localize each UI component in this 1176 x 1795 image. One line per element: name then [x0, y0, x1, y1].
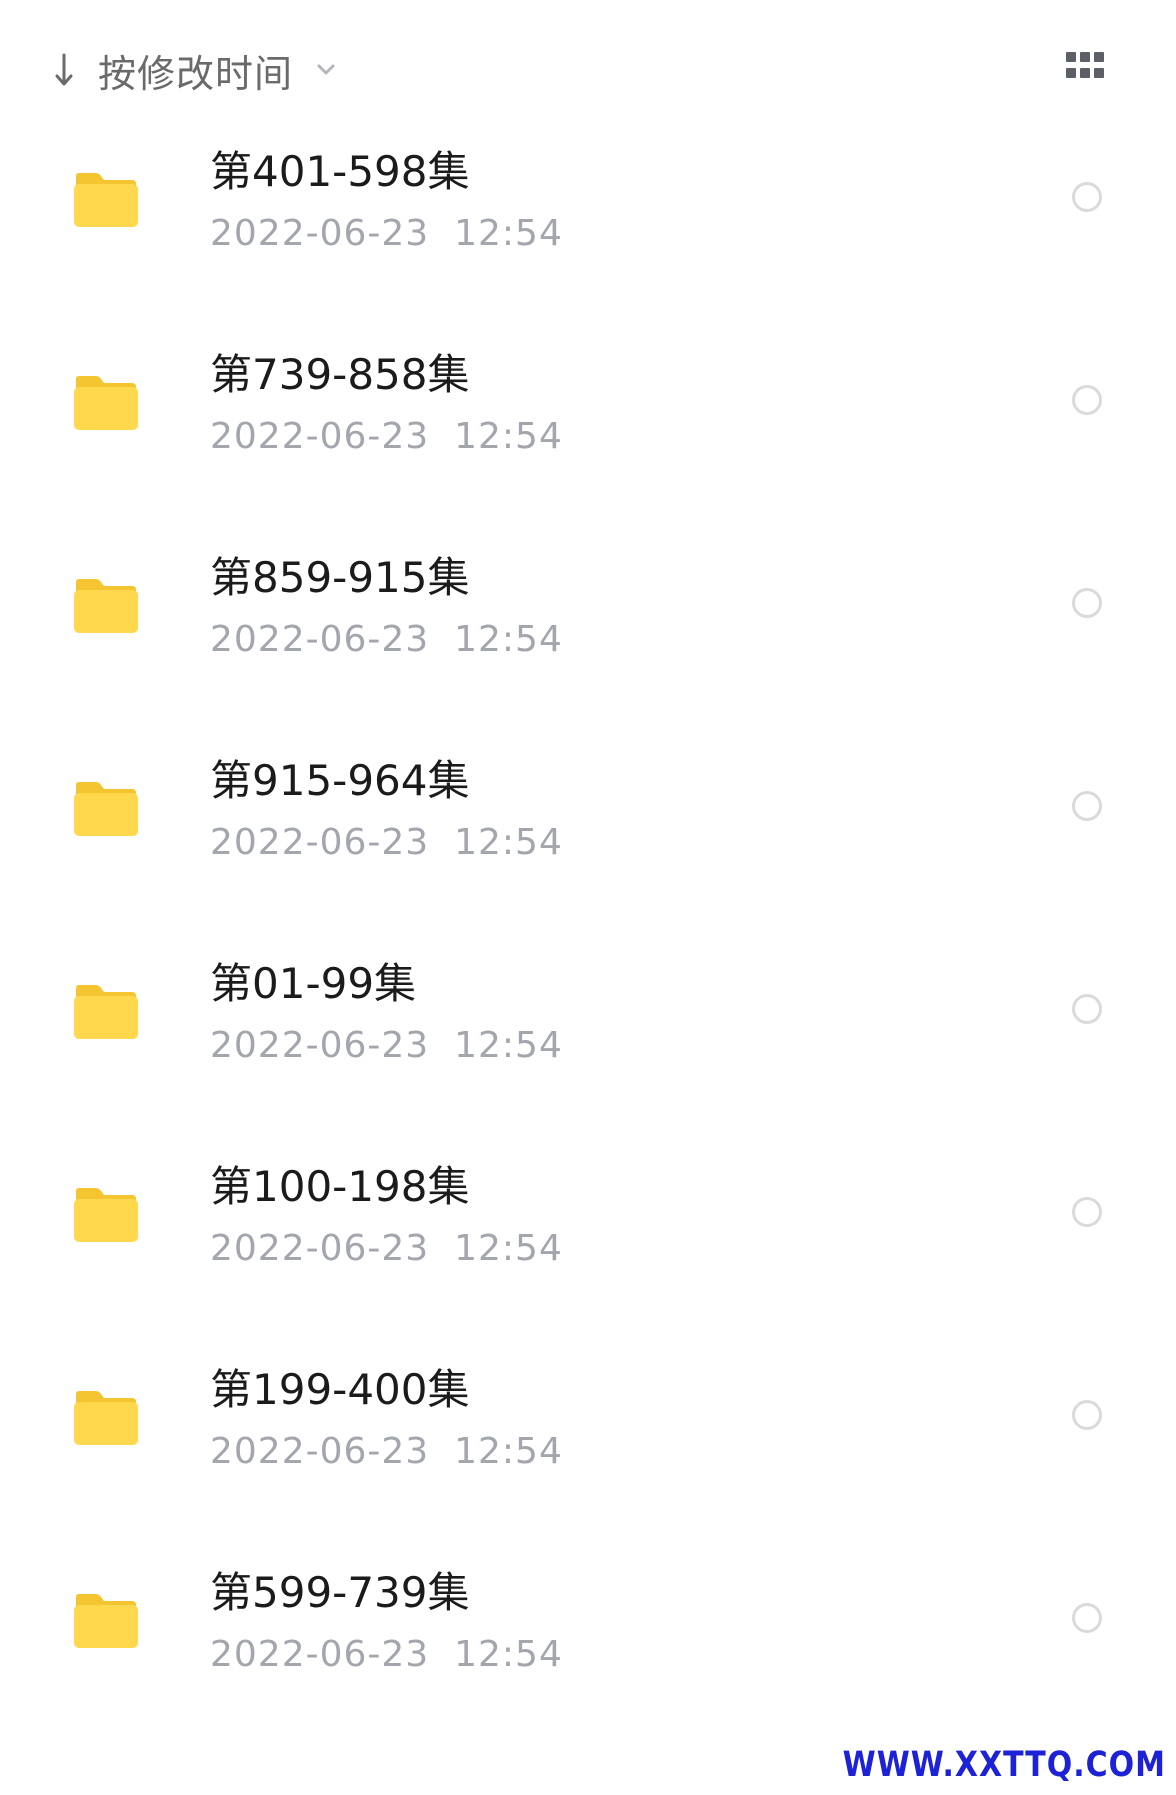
- folder-row[interactable]: 第01-99集 2022-06-23 12:54: [0, 926, 1176, 1129]
- folder-icon: [72, 578, 138, 634]
- select-checkbox[interactable]: [1072, 1603, 1102, 1633]
- chevron-down-icon: [315, 59, 337, 81]
- modified-date: 2022-06-23 12:54: [210, 1228, 563, 1269]
- modified-date: 2022-06-23 12:54: [210, 1025, 563, 1066]
- folder-name: 第100-198集: [210, 1162, 470, 1211]
- sort-label: 按修改时间: [98, 51, 294, 96]
- modified-date: 2022-06-23 12:54: [210, 1634, 563, 1675]
- grid-dot: [1094, 68, 1104, 78]
- grid-dot: [1066, 52, 1076, 62]
- grid-dot: [1094, 52, 1104, 62]
- grid-dot: [1080, 52, 1090, 62]
- folder-name: 第915-964集: [210, 756, 470, 805]
- folder-row[interactable]: 第739-858集 2022-06-23 12:54: [0, 317, 1176, 520]
- folder-icon: [72, 172, 138, 228]
- grid-dot: [1080, 68, 1090, 78]
- folder-icon: [72, 1390, 138, 1446]
- grid-view-icon[interactable]: [1066, 52, 1108, 82]
- folder-icon: [72, 1593, 138, 1649]
- sort-selector[interactable]: 按修改时间: [52, 40, 337, 100]
- grid-dot: [1066, 68, 1076, 78]
- folder-name: 第199-400集: [210, 1365, 470, 1414]
- select-checkbox[interactable]: [1072, 1197, 1102, 1227]
- folder-icon: [72, 375, 138, 431]
- folder-name: 第859-915集: [210, 553, 470, 602]
- modified-date: 2022-06-23 12:54: [210, 619, 563, 660]
- modified-date: 2022-06-23 12:54: [210, 1431, 563, 1472]
- select-checkbox[interactable]: [1072, 182, 1102, 212]
- folder-name: 第01-99集: [210, 959, 417, 1008]
- folder-name: 第739-858集: [210, 350, 470, 399]
- select-checkbox[interactable]: [1072, 791, 1102, 821]
- select-checkbox[interactable]: [1072, 588, 1102, 618]
- folder-row[interactable]: 第100-198集 2022-06-23 12:54: [0, 1129, 1176, 1332]
- folder-row[interactable]: 第401-598集 2022-06-23 12:54: [0, 114, 1176, 317]
- arrow-down-icon: [52, 52, 76, 88]
- folder-name: 第401-598集: [210, 147, 470, 196]
- folder-icon: [72, 781, 138, 837]
- folder-icon: [72, 984, 138, 1040]
- folder-row[interactable]: 第199-400集 2022-06-23 12:54: [0, 1332, 1176, 1535]
- modified-date: 2022-06-23 12:54: [210, 822, 563, 863]
- folder-row[interactable]: 第859-915集 2022-06-23 12:54: [0, 520, 1176, 723]
- select-checkbox[interactable]: [1072, 1400, 1102, 1430]
- folder-row[interactable]: 第915-964集 2022-06-23 12:54: [0, 723, 1176, 926]
- folder-row[interactable]: 第599-739集 2022-06-23 12:54: [0, 1535, 1176, 1738]
- folder-name: 第599-739集: [210, 1568, 470, 1617]
- modified-date: 2022-06-23 12:54: [210, 416, 563, 457]
- modified-date: 2022-06-23 12:54: [210, 213, 563, 254]
- watermark: WWW.XXTTQ.COM: [842, 1744, 1166, 1785]
- folder-icon: [72, 1187, 138, 1243]
- select-checkbox[interactable]: [1072, 385, 1102, 415]
- file-list: 第401-598集 2022-06-23 12:54 第739-858集 202…: [0, 114, 1176, 1738]
- select-checkbox[interactable]: [1072, 994, 1102, 1024]
